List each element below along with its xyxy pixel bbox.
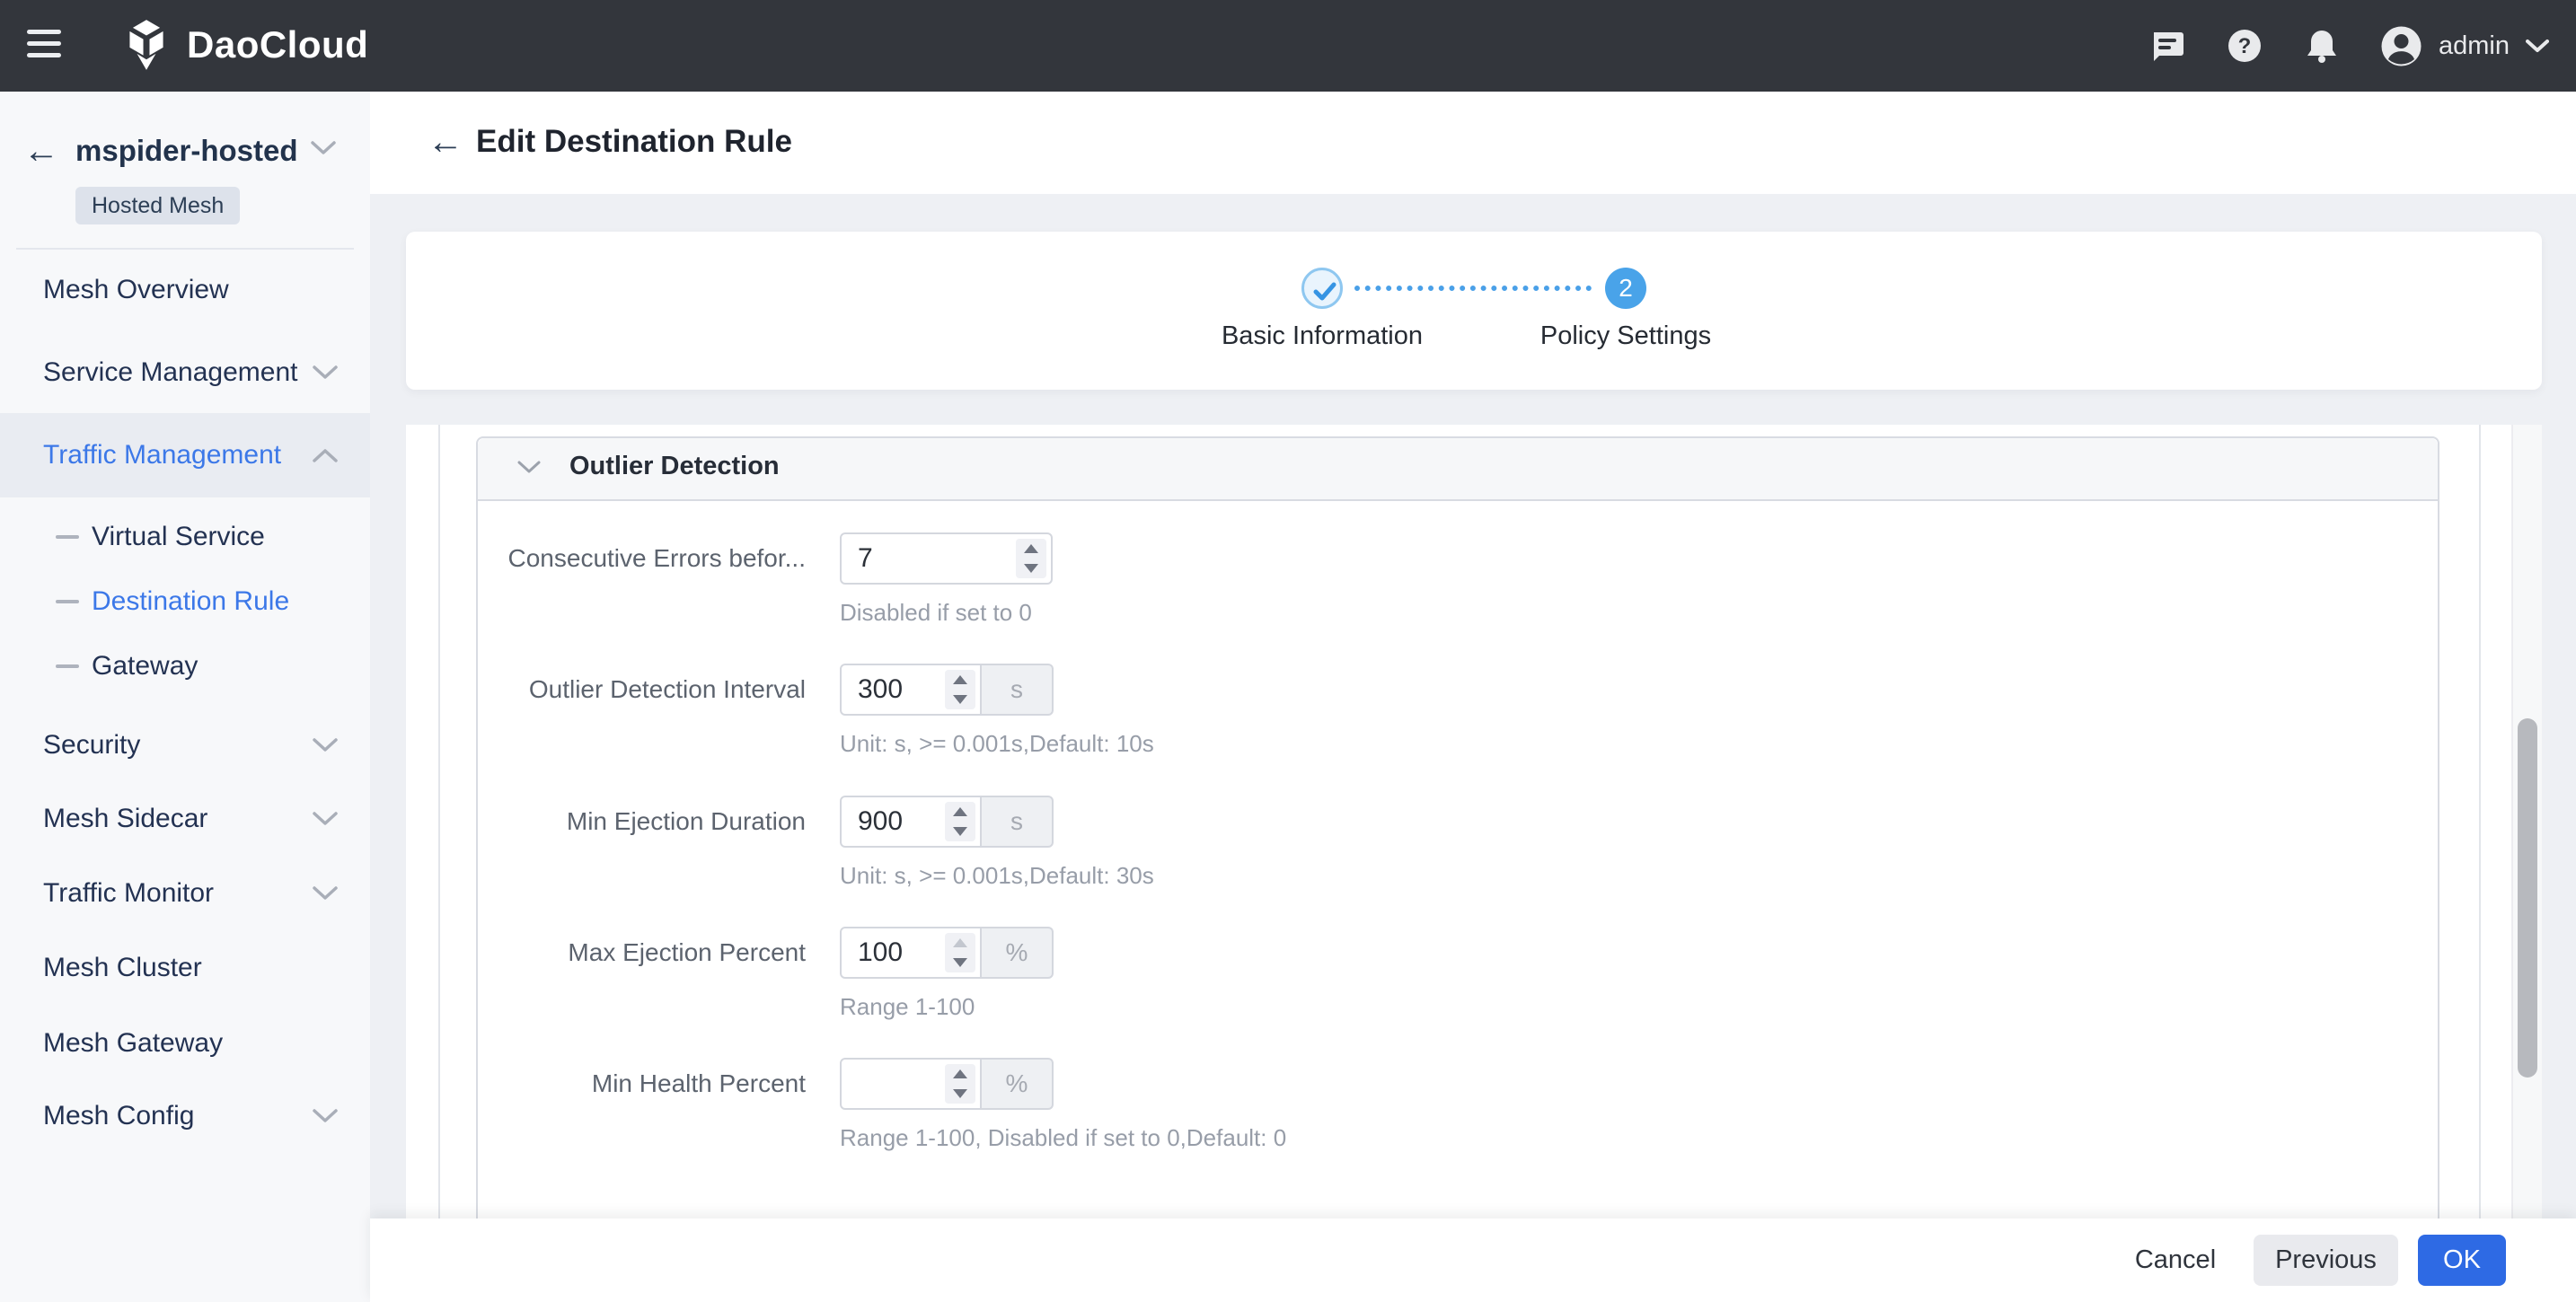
section-chevron-down-icon — [517, 460, 541, 475]
field-helper: Range 1-100, Disabled if set to 0,Defaul… — [840, 1124, 1287, 1151]
brand-name: DaoCloud — [187, 23, 369, 66]
consecutive-errors-input-group — [840, 532, 1053, 585]
ok-button[interactable]: OK — [2418, 1235, 2506, 1286]
brand[interactable]: DaoCloud — [120, 19, 368, 71]
user-menu-chevron-icon — [2526, 39, 2549, 53]
unit-addon: % — [982, 1058, 1054, 1110]
outlier-detection-header[interactable]: Outlier Detection — [478, 438, 2438, 501]
form-panel: Outlier Detection Consecutive Errors bef… — [406, 425, 2542, 1220]
user-avatar — [2380, 25, 2422, 67]
sidebar: ← mspider-hosted Hosted Mesh Mesh Overvi… — [0, 92, 370, 1302]
sidebar-divider — [16, 248, 354, 250]
page-header: ← Edit Destination Rule — [370, 92, 2576, 194]
dash-icon — [56, 535, 79, 539]
spinner-up-icon[interactable] — [945, 933, 975, 953]
sidebar-item-traffic-management[interactable]: Traffic Management — [0, 413, 370, 497]
workspace-name[interactable]: mspider-hosted — [75, 129, 298, 172]
dash-icon — [56, 664, 79, 668]
field-label-min-health-percent: Min Health Percent — [591, 1069, 806, 1097]
sidebar-item-mesh-overview[interactable]: Mesh Overview — [0, 261, 370, 319]
user-name: admin — [2439, 31, 2510, 60]
sidebar-item-mesh-sidecar[interactable]: Mesh Sidecar — [0, 790, 370, 848]
scrollbar-thumb[interactable] — [2518, 718, 2537, 1078]
step-label-policy-settings: Policy Settings — [1539, 321, 1712, 350]
footer-bar: Cancel Previous OK — [370, 1218, 2576, 1302]
mesh-type-badge: Hosted Mesh — [75, 187, 241, 224]
svg-text:?: ? — [2238, 34, 2252, 58]
step-policy-settings[interactable]: 2 — [1605, 268, 1646, 309]
workspace-selector: ← mspider-hosted — [0, 128, 370, 174]
field-helper: Disabled if set to 0 — [840, 599, 1032, 626]
sidebar-item-mesh-cluster[interactable]: Mesh Cluster — [0, 939, 370, 997]
message-icon[interactable] — [2148, 27, 2186, 65]
panel-right-hairline — [2479, 425, 2481, 1220]
spinner-up-icon[interactable] — [945, 802, 975, 822]
topbar-actions: ? admin — [2148, 0, 2549, 92]
field-label-min-ejection-duration: Min Ejection Duration — [566, 807, 806, 835]
field-label-max-ejection-percent: Max Ejection Percent — [568, 938, 806, 966]
stepper-connector — [1354, 286, 1592, 291]
sidebar-item-service-management[interactable]: Service Management — [0, 344, 370, 401]
number-spinner — [945, 933, 975, 972]
main-area: ← Edit Destination Rule 2 Basic Informat… — [370, 92, 2576, 1302]
step-basic-information[interactable] — [1301, 268, 1343, 309]
help-icon[interactable]: ? — [2226, 27, 2263, 65]
min-health-percent-input-group: % — [840, 1058, 1054, 1110]
number-spinner — [945, 670, 975, 709]
spinner-down-icon[interactable] — [945, 690, 975, 709]
unit-addon: s — [982, 796, 1054, 848]
sidebar-item-traffic-monitor[interactable]: Traffic Monitor — [0, 865, 370, 922]
number-spinner — [945, 1064, 975, 1104]
field-helper: Range 1-100 — [840, 993, 975, 1020]
panel-left-hairline — [438, 425, 440, 1220]
outlier-detection-interval-input-group: s — [840, 664, 1054, 716]
notification-icon[interactable] — [2303, 27, 2341, 65]
spinner-up-icon[interactable] — [1016, 539, 1046, 559]
step-label-basic-information: Basic Information — [1221, 321, 1424, 350]
workspace-back-icon[interactable]: ← — [23, 129, 59, 172]
app-root: DaoCloud ? admin ← mspider-hosted Hosted… — [0, 0, 2576, 1302]
spinner-up-icon[interactable] — [945, 670, 975, 690]
unit-addon: s — [982, 664, 1054, 716]
spinner-down-icon[interactable] — [945, 953, 975, 972]
unit-addon: % — [982, 927, 1054, 979]
dash-icon — [56, 600, 79, 603]
field-label-outlier-detection-interval: Outlier Detection Interval — [528, 675, 806, 703]
chevron-down-icon — [313, 1108, 338, 1124]
spinner-down-icon[interactable] — [1016, 559, 1046, 578]
sidebar-item-destination-rule[interactable]: Destination Rule — [0, 573, 370, 630]
cancel-button[interactable]: Cancel — [2126, 1235, 2225, 1286]
max-ejection-percent-input-group: % — [840, 927, 1054, 979]
sidebar-item-gateway[interactable]: Gateway — [0, 638, 370, 695]
page-title: Edit Destination Rule — [476, 124, 792, 159]
sidebar-item-security[interactable]: Security — [0, 717, 370, 774]
stepper-card: 2 Basic Information Policy Settings — [406, 232, 2542, 390]
section-title: Outlier Detection — [569, 452, 780, 480]
min-ejection-duration-input-group: s — [840, 796, 1054, 848]
chevron-down-icon — [313, 885, 338, 902]
number-spinner — [1016, 539, 1046, 578]
spinner-down-icon[interactable] — [945, 1084, 975, 1104]
chevron-down-icon — [313, 811, 338, 827]
chevron-up-icon — [313, 447, 338, 463]
field-helper: Unit: s, >= 0.001s,Default: 10s — [840, 730, 1154, 757]
user-menu[interactable]: admin — [2380, 25, 2549, 67]
field-helper: Unit: s, >= 0.001s,Default: 30s — [840, 862, 1154, 889]
top-bar: DaoCloud ? admin — [0, 0, 2576, 92]
scrollbar-track[interactable] — [2511, 425, 2542, 1220]
sidebar-item-virtual-service[interactable]: Virtual Service — [0, 508, 370, 566]
page-back-icon[interactable]: ← — [428, 120, 463, 163]
chevron-down-icon — [313, 365, 338, 381]
daocloud-logo-icon — [120, 19, 172, 71]
sidebar-item-mesh-config[interactable]: Mesh Config — [0, 1087, 370, 1145]
workspace-chevron-icon[interactable] — [311, 140, 336, 156]
spinner-up-icon[interactable] — [945, 1064, 975, 1084]
spinner-down-icon[interactable] — [945, 822, 975, 841]
previous-button[interactable]: Previous — [2254, 1235, 2398, 1286]
menu-icon[interactable] — [27, 30, 61, 62]
sidebar-item-mesh-gateway[interactable]: Mesh Gateway — [0, 1015, 370, 1072]
number-spinner — [945, 802, 975, 841]
field-label-consecutive-errors: Consecutive Errors befor... — [507, 544, 806, 572]
chevron-down-icon — [313, 737, 338, 753]
